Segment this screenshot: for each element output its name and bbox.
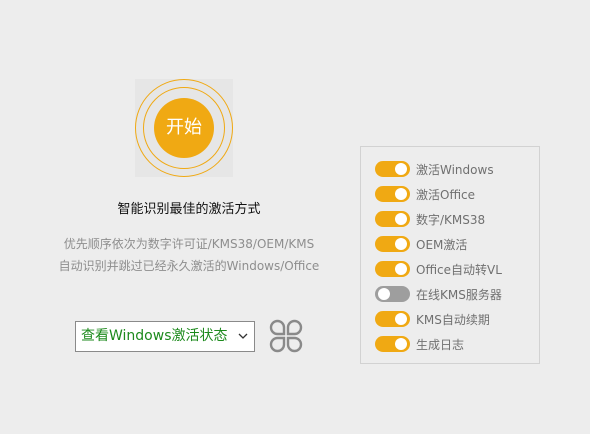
toggle-switch[interactable] [375,211,410,227]
option-label: Office自动转VL [416,262,502,277]
option-activate-office[interactable]: 激活Office [375,185,475,203]
options-panel: 激活Windows 激活Office 数字/KMS38 OEM激活 Office… [360,146,540,364]
toggle-switch[interactable] [375,186,410,202]
option-label: KMS自动续期 [416,312,490,327]
activation-status-select-value: 查看Windows激活状态 [81,328,228,344]
option-oem-activation[interactable]: OEM激活 [375,235,467,253]
option-label: OEM激活 [416,237,468,252]
method-headline: 智能识别最佳的激活方式 [117,202,261,217]
option-digital-kms38[interactable]: 数字/KMS38 [375,210,485,228]
skip-description: 自动识别并跳过已经永久激活的Windows/Office [58,259,320,273]
start-button[interactable]: 开始 [154,98,214,158]
priority-description: 优先顺序依次为数字许可证/KMS38/OEM/KMS [63,237,315,251]
toggle-switch[interactable] [375,311,410,327]
toggle-knob [395,263,407,275]
toggle-knob [395,238,407,250]
toggle-switch[interactable] [375,236,410,252]
toggle-knob [395,163,407,175]
toggle-knob [378,288,390,300]
toggle-knob [395,213,407,225]
option-kms-auto-renew[interactable]: KMS自动续期 [375,310,490,328]
option-label: 数字/KMS38 [416,212,486,227]
toggle-knob [395,338,407,350]
clover-icon[interactable] [269,319,303,353]
option-online-kms-server[interactable]: 在线KMS服务器 [375,285,502,303]
option-label: 在线KMS服务器 [416,287,502,302]
activation-status-select[interactable]: 查看Windows激活状态 [75,321,255,352]
option-label: 生成日志 [416,337,465,352]
toggle-switch[interactable] [375,261,410,277]
option-label: 激活Office [416,187,476,202]
start-area: 开始 [135,79,233,177]
option-label: 激活Windows [416,162,494,177]
toggle-switch[interactable] [375,161,410,177]
option-activate-windows[interactable]: 激活Windows [375,160,494,178]
toggle-switch[interactable] [375,336,410,352]
option-office-to-vl[interactable]: Office自动转VL [375,260,502,278]
chevron-down-icon [238,333,248,339]
toggle-switch[interactable] [375,286,410,302]
toggle-knob [395,188,407,200]
toggle-knob [395,313,407,325]
option-generate-log[interactable]: 生成日志 [375,335,464,353]
